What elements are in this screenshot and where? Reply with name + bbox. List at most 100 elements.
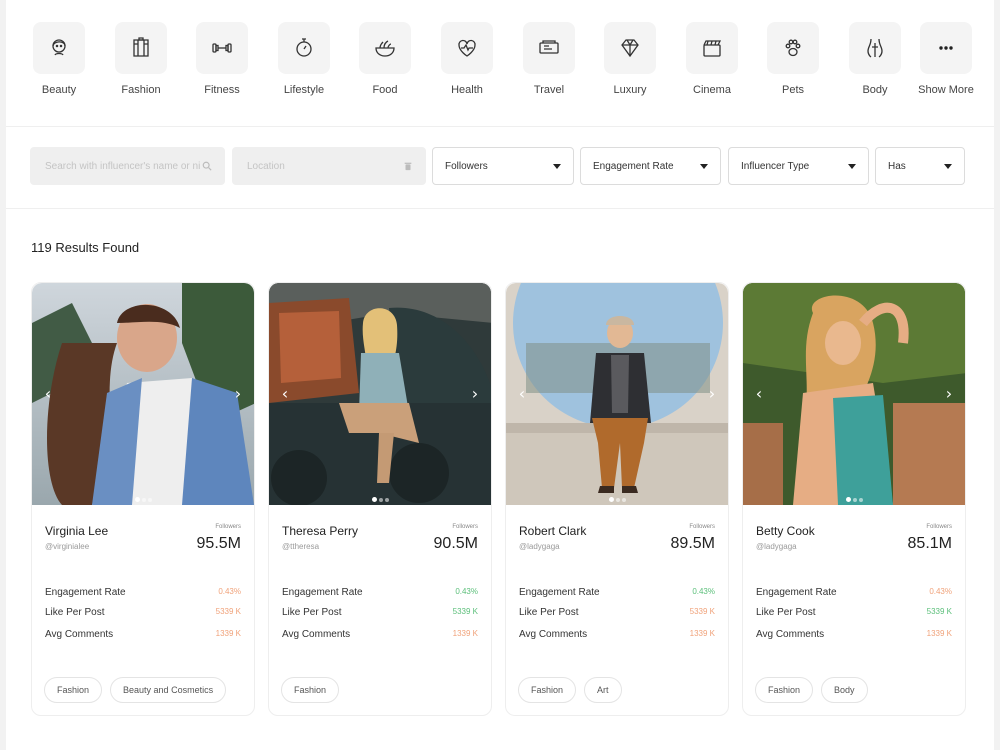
category-label: Body <box>862 84 888 96</box>
category-label: Lifestyle <box>283 84 325 96</box>
influencer-type-select-label: Influencer Type <box>741 160 810 172</box>
carousel-dot[interactable] <box>134 497 140 502</box>
category-tile <box>849 22 901 74</box>
chevron-right-icon[interactable]: › <box>704 385 720 403</box>
carousel-dot[interactable] <box>852 498 857 502</box>
carousel-dot[interactable] <box>141 498 146 502</box>
chevron-left-icon[interactable]: ‹ <box>514 385 530 403</box>
category-fashion[interactable]: Fashion <box>102 22 180 96</box>
stat-row: Engagement Rate 0.43% <box>282 587 478 598</box>
stat-value: 5339 K <box>452 607 478 616</box>
carousel-dot[interactable] <box>621 498 626 502</box>
tag-chip[interactable]: Fashion <box>281 677 340 703</box>
tag-chip[interactable]: Fashion <box>518 677 577 703</box>
location-input[interactable] <box>245 159 403 173</box>
tag-list: Fashion <box>281 677 340 703</box>
category-lifestyle[interactable]: Lifestyle <box>265 22 343 96</box>
carousel-dot[interactable] <box>147 498 152 502</box>
divider <box>6 208 994 209</box>
category-tile <box>441 22 493 74</box>
stat-row: Engagement Rate 0.43% <box>45 587 241 598</box>
followers-select-label: Followers <box>445 160 488 172</box>
has-select[interactable]: Has <box>875 147 965 185</box>
carousel-dot[interactable] <box>378 498 383 502</box>
influencer-card[interactable]: ‹ › Theresa Perry @ttheresa Followers 90… <box>268 282 492 716</box>
followers-label: Followers <box>452 524 478 530</box>
category-food[interactable]: Food <box>346 22 424 96</box>
influencer-photo: ‹ › <box>32 283 254 505</box>
food-bowl-icon <box>375 40 395 57</box>
carousel-dot[interactable] <box>858 498 863 502</box>
stat-label: Engagement Rate <box>756 587 837 598</box>
category-pets[interactable]: Pets <box>754 22 832 96</box>
more-dots-icon <box>939 46 953 50</box>
category-tile <box>115 22 167 74</box>
stat-value: 1339 K <box>689 629 715 638</box>
carousel-dots[interactable] <box>506 489 728 502</box>
chevron-right-icon[interactable]: › <box>467 385 483 403</box>
trash-icon[interactable] <box>403 161 413 171</box>
category-health[interactable]: Health <box>428 22 506 96</box>
tag-chip[interactable]: Fashion <box>44 677 103 703</box>
category-body[interactable]: Body <box>836 22 914 96</box>
influencer-card[interactable]: ‹ › Robert Clark @ladygaga Followers 89.… <box>505 282 729 716</box>
stat-row: Avg Comments 1339 K <box>282 629 478 640</box>
engagement-rate-select[interactable]: Engagement Rate <box>580 147 721 185</box>
photo-scene <box>269 283 491 505</box>
category-label: Cinema <box>693 84 731 96</box>
tag-chip[interactable]: Body <box>821 677 868 703</box>
category-show-more[interactable]: Show More <box>907 22 985 96</box>
category-cinema[interactable]: Cinema <box>673 22 751 96</box>
influencer-photo: ‹ › <box>269 283 491 505</box>
chevron-left-icon[interactable]: ‹ <box>751 385 767 403</box>
category-label: Fitness <box>204 84 240 96</box>
category-tile <box>196 22 248 74</box>
category-label: Food <box>372 84 398 96</box>
chevron-right-icon[interactable]: › <box>230 385 246 403</box>
category-label: Health <box>451 84 483 96</box>
category-label: Pets <box>781 84 804 96</box>
category-tile <box>278 22 330 74</box>
engagement-select-label: Engagement Rate <box>593 160 674 172</box>
stat-value: 0.43% <box>929 587 952 596</box>
carousel-dot[interactable] <box>608 497 614 502</box>
tag-chip[interactable]: Art <box>584 677 622 703</box>
chevron-left-icon[interactable]: ‹ <box>40 385 56 403</box>
influencer-photo: ‹ › <box>743 283 965 505</box>
stat-label: Like Per Post <box>282 607 342 618</box>
carousel-dot[interactable] <box>371 497 377 502</box>
search-icon[interactable] <box>202 161 212 171</box>
search-input[interactable] <box>43 159 202 173</box>
filter-bar: Followers Engagement Rate Influencer Typ… <box>30 147 975 187</box>
carousel-dot[interactable] <box>845 497 851 502</box>
carousel-dot[interactable] <box>615 498 620 502</box>
category-luxury[interactable]: Luxury <box>591 22 669 96</box>
tag-chip[interactable]: Beauty and Cosmetics <box>110 677 227 703</box>
followers-select[interactable]: Followers <box>432 147 574 185</box>
category-travel[interactable]: Travel <box>510 22 588 96</box>
carousel-dots[interactable] <box>269 489 491 502</box>
category-label: Luxury <box>613 84 647 96</box>
influencer-card[interactable]: ‹ › Betty Cook @ladygaga Followers 85.1M… <box>742 282 966 716</box>
beauty-icon <box>52 39 66 56</box>
ticket-icon <box>539 40 559 54</box>
carousel-dots[interactable] <box>743 489 965 502</box>
category-fitness[interactable]: Fitness <box>183 22 261 96</box>
influencer-card[interactable]: ‹ › Virginia Lee @virginialee Followers … <box>31 282 255 716</box>
category-label: Beauty <box>41 84 77 96</box>
category-beauty[interactable]: Beauty <box>20 22 98 96</box>
stat-label: Like Per Post <box>519 607 579 618</box>
chevron-left-icon[interactable]: ‹ <box>277 385 293 403</box>
influencer-type-select[interactable]: Influencer Type <box>728 147 869 185</box>
influencer-handle: @ladygaga <box>756 542 797 551</box>
stat-label: Avg Comments <box>282 629 351 640</box>
followers-value: 90.5M <box>433 535 478 552</box>
tag-chip[interactable]: Fashion <box>755 677 814 703</box>
carousel-dots[interactable] <box>32 489 254 502</box>
body-icon <box>867 38 883 58</box>
carousel-dot[interactable] <box>384 498 389 502</box>
stat-row: Like Per Post 5339 K <box>756 607 952 618</box>
photo-scene <box>32 283 254 505</box>
chevron-right-icon[interactable]: › <box>941 385 957 403</box>
category-label: Show More <box>918 84 974 96</box>
